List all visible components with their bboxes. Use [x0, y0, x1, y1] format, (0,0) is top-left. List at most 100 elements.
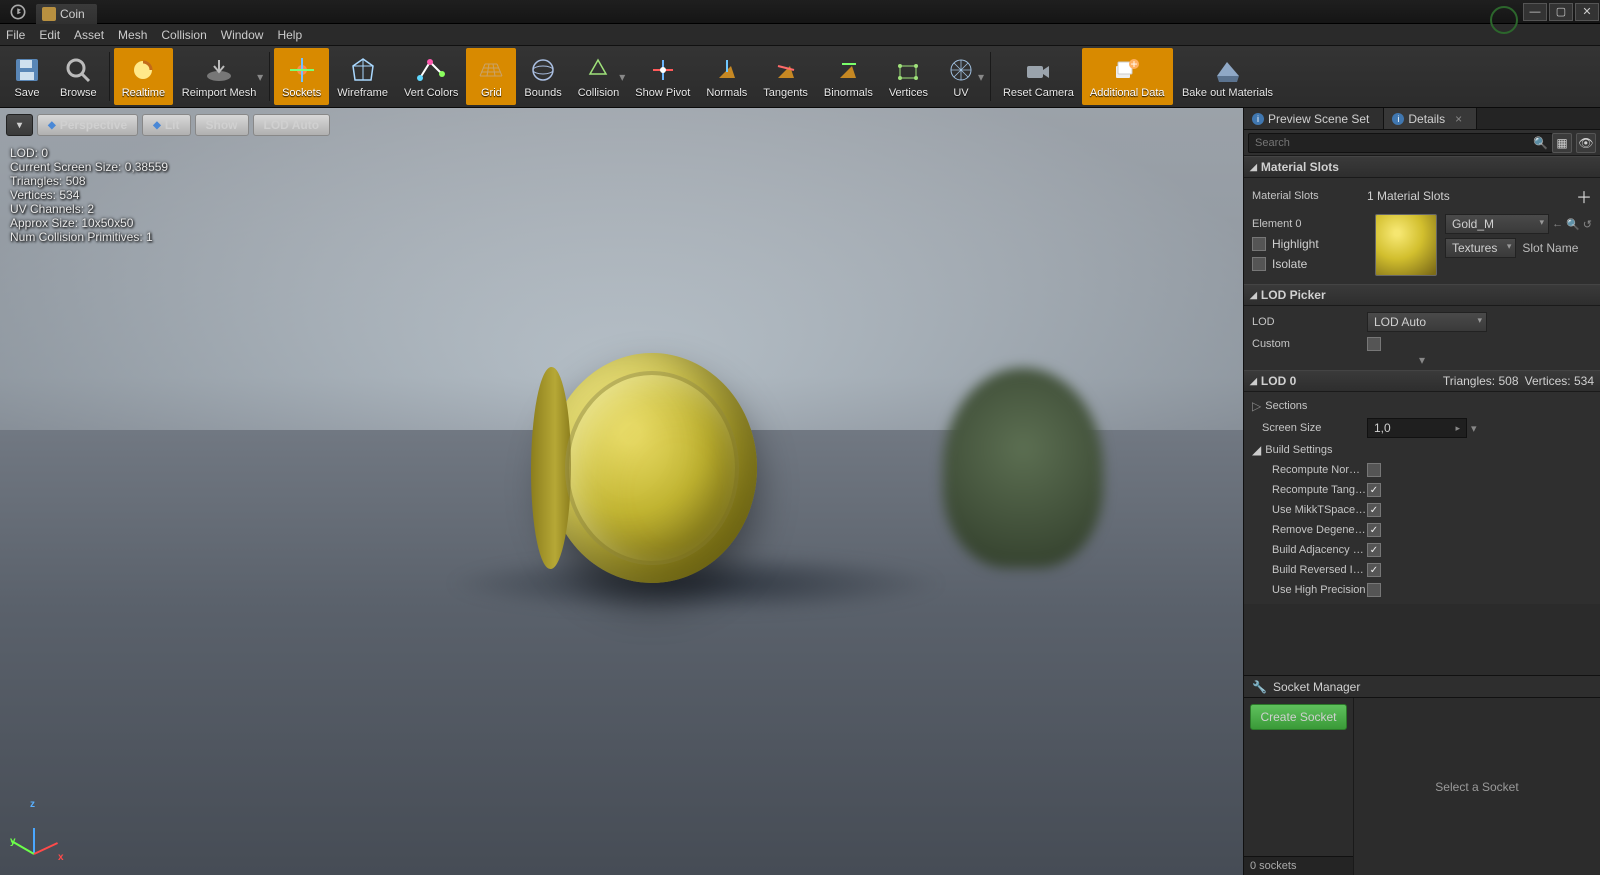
bake-materials-button[interactable]: Bake out Materials — [1173, 48, 1283, 105]
reimport-button[interactable]: Reimport Mesh▾ — [173, 48, 265, 105]
menu-edit[interactable]: Edit — [39, 28, 60, 42]
textures-dropdown[interactable]: Textures — [1445, 238, 1516, 258]
adjacency-checkbox[interactable] — [1367, 543, 1381, 557]
menu-collision[interactable]: Collision — [161, 28, 206, 42]
search-icon[interactable]: 🔍 — [1533, 136, 1548, 150]
tab-details[interactable]: iDetails× — [1384, 108, 1477, 129]
add-material-slot-icon[interactable]: ＋ — [1576, 184, 1592, 208]
create-socket-button[interactable]: Create Socket — [1250, 704, 1347, 730]
perspective-button[interactable]: ◆Perspective — [37, 114, 138, 136]
reimport-dropdown-icon[interactable]: ▾ — [257, 70, 263, 84]
section-material-slots[interactable]: ◢Material Slots — [1244, 156, 1600, 178]
collision-dropdown-icon[interactable]: ▾ — [619, 70, 625, 84]
viewport[interactable]: /*noop*/ ▾ ◆Perspective ◆Lit Show LOD Au… — [0, 108, 1243, 875]
section-lod-picker[interactable]: ◢LOD Picker — [1244, 284, 1600, 306]
asset-tab[interactable]: Coin — [36, 4, 97, 24]
custom-checkbox[interactable] — [1367, 337, 1381, 351]
collision-icon — [583, 55, 613, 85]
titlebar: Coin — ▢ ✕ — [0, 0, 1600, 24]
menubar: File Edit Asset Mesh Collision Window He… — [0, 24, 1600, 46]
material-dropdown[interactable]: Gold_M — [1445, 214, 1549, 234]
material-reset-icon[interactable]: ↺ — [1583, 218, 1592, 231]
stat-triangles: Triangles: 508 — [10, 174, 168, 188]
minimize-button[interactable]: — — [1523, 3, 1547, 21]
screen-size-reset-icon[interactable]: ▾ — [1471, 422, 1477, 435]
binormals-button[interactable]: Binormals — [816, 48, 881, 105]
source-control-icon[interactable] — [1490, 6, 1518, 34]
highprec-checkbox[interactable] — [1367, 583, 1381, 597]
collision-button[interactable]: Collision▾ — [570, 48, 628, 105]
material-thumbnail[interactable] — [1375, 214, 1437, 276]
socket-count: 0 sockets — [1244, 856, 1353, 875]
wireframe-icon — [348, 55, 378, 85]
mikktspace-label: Use MikkTSpace Tangent — [1252, 504, 1367, 516]
details-search-row: 🔍 ▦ 👁 — [1244, 130, 1600, 156]
socket-manager-header[interactable]: 🔧 Socket Manager — [1244, 676, 1600, 698]
stat-approx: Approx Size: 10x50x50 — [10, 216, 168, 230]
details-grid-icon[interactable]: ▦ — [1552, 133, 1572, 153]
reversed-checkbox[interactable] — [1367, 563, 1381, 577]
maximize-button[interactable]: ▢ — [1549, 3, 1573, 21]
recompute-tangents-checkbox[interactable] — [1367, 483, 1381, 497]
viewport-options-button[interactable]: ▾ — [6, 114, 33, 136]
stat-screen-size: Current Screen Size: 0,38559 — [10, 160, 168, 174]
save-button[interactable]: Save — [2, 48, 52, 105]
lod-dropdown[interactable]: LOD Auto — [1367, 312, 1487, 332]
background-tree — [943, 368, 1103, 568]
mikktspace-checkbox[interactable] — [1367, 503, 1381, 517]
slot-name-label: Slot Name — [1522, 241, 1578, 255]
sections-label[interactable]: Sections — [1265, 400, 1380, 412]
reset-camera-button[interactable]: Reset Camera — [995, 48, 1082, 105]
material-find-icon[interactable]: 🔍 — [1566, 218, 1580, 231]
tab-close-icon[interactable]: × — [1455, 112, 1462, 126]
screen-size-field[interactable]: 1,0▸ — [1367, 418, 1467, 438]
normals-button[interactable]: Normals — [698, 48, 755, 105]
show-pivot-button[interactable]: Show Pivot — [627, 48, 698, 105]
uv-dropdown-icon[interactable]: ▾ — [978, 70, 984, 84]
stat-lod: LOD: 0 — [10, 146, 168, 160]
menu-asset[interactable]: Asset — [74, 28, 104, 42]
lit-button[interactable]: ◆Lit — [142, 114, 190, 136]
menu-mesh[interactable]: Mesh — [118, 28, 147, 42]
additional-data-button[interactable]: +Additional Data — [1082, 48, 1173, 105]
uv-button[interactable]: UV▾ — [936, 48, 986, 105]
section-expand-icon[interactable]: ▾ — [1244, 354, 1600, 366]
tab-preview-scene[interactable]: iPreview Scene Set — [1244, 108, 1384, 129]
browse-button[interactable]: Browse — [52, 48, 105, 105]
search-input[interactable] — [1248, 133, 1553, 153]
sockets-button[interactable]: Sockets — [274, 48, 329, 105]
viewport-stats: LOD: 0 Current Screen Size: 0,38559 Tria… — [10, 146, 168, 244]
realtime-button[interactable]: Realtime — [114, 48, 173, 105]
details-scroll[interactable]: ◢Material Slots Material Slots 1 Materia… — [1244, 156, 1600, 675]
vertices-button[interactable]: Vertices — [881, 48, 936, 105]
close-button[interactable]: ✕ — [1575, 3, 1599, 21]
material-slots-count: 1 Material Slots — [1367, 189, 1450, 203]
vertcolors-button[interactable]: Vert Colors — [396, 48, 466, 105]
menu-file[interactable]: File — [6, 28, 25, 42]
remove-degen-checkbox[interactable] — [1367, 523, 1381, 537]
tangents-icon — [771, 55, 801, 85]
reversed-label: Build Reversed Index — [1252, 564, 1367, 576]
highprec-label: Use High Precision — [1252, 584, 1367, 596]
highlight-checkbox[interactable] — [1252, 237, 1266, 251]
socket-icon: 🔧 — [1252, 680, 1267, 694]
menu-window[interactable]: Window — [221, 28, 264, 42]
recompute-tangents-label: Recompute Tangents — [1252, 484, 1367, 496]
material-back-icon[interactable]: ← — [1552, 218, 1563, 230]
details-eye-icon[interactable]: 👁 — [1576, 133, 1596, 153]
wireframe-button[interactable]: Wireframe — [329, 48, 396, 105]
show-button[interactable]: Show — [195, 114, 249, 136]
recompute-normals-checkbox[interactable] — [1367, 463, 1381, 477]
additional-data-icon: + — [1112, 55, 1142, 85]
lod-auto-button[interactable]: LOD Auto — [253, 114, 331, 136]
side-panels: iPreview Scene Set iDetails× 🔍 ▦ 👁 ◢Mate… — [1243, 108, 1600, 875]
tangents-button[interactable]: Tangents — [755, 48, 816, 105]
isolate-checkbox[interactable] — [1252, 257, 1266, 271]
grid-icon — [476, 55, 506, 85]
bounds-button[interactable]: Bounds — [516, 48, 569, 105]
grid-button[interactable]: Grid — [466, 48, 516, 105]
section-lod0[interactable]: ◢LOD 0 Triangles: 508 Vertices: 534 — [1244, 370, 1600, 392]
menu-help[interactable]: Help — [277, 28, 302, 42]
build-settings-label[interactable]: Build Settings — [1265, 444, 1380, 456]
uv-icon — [946, 55, 976, 85]
